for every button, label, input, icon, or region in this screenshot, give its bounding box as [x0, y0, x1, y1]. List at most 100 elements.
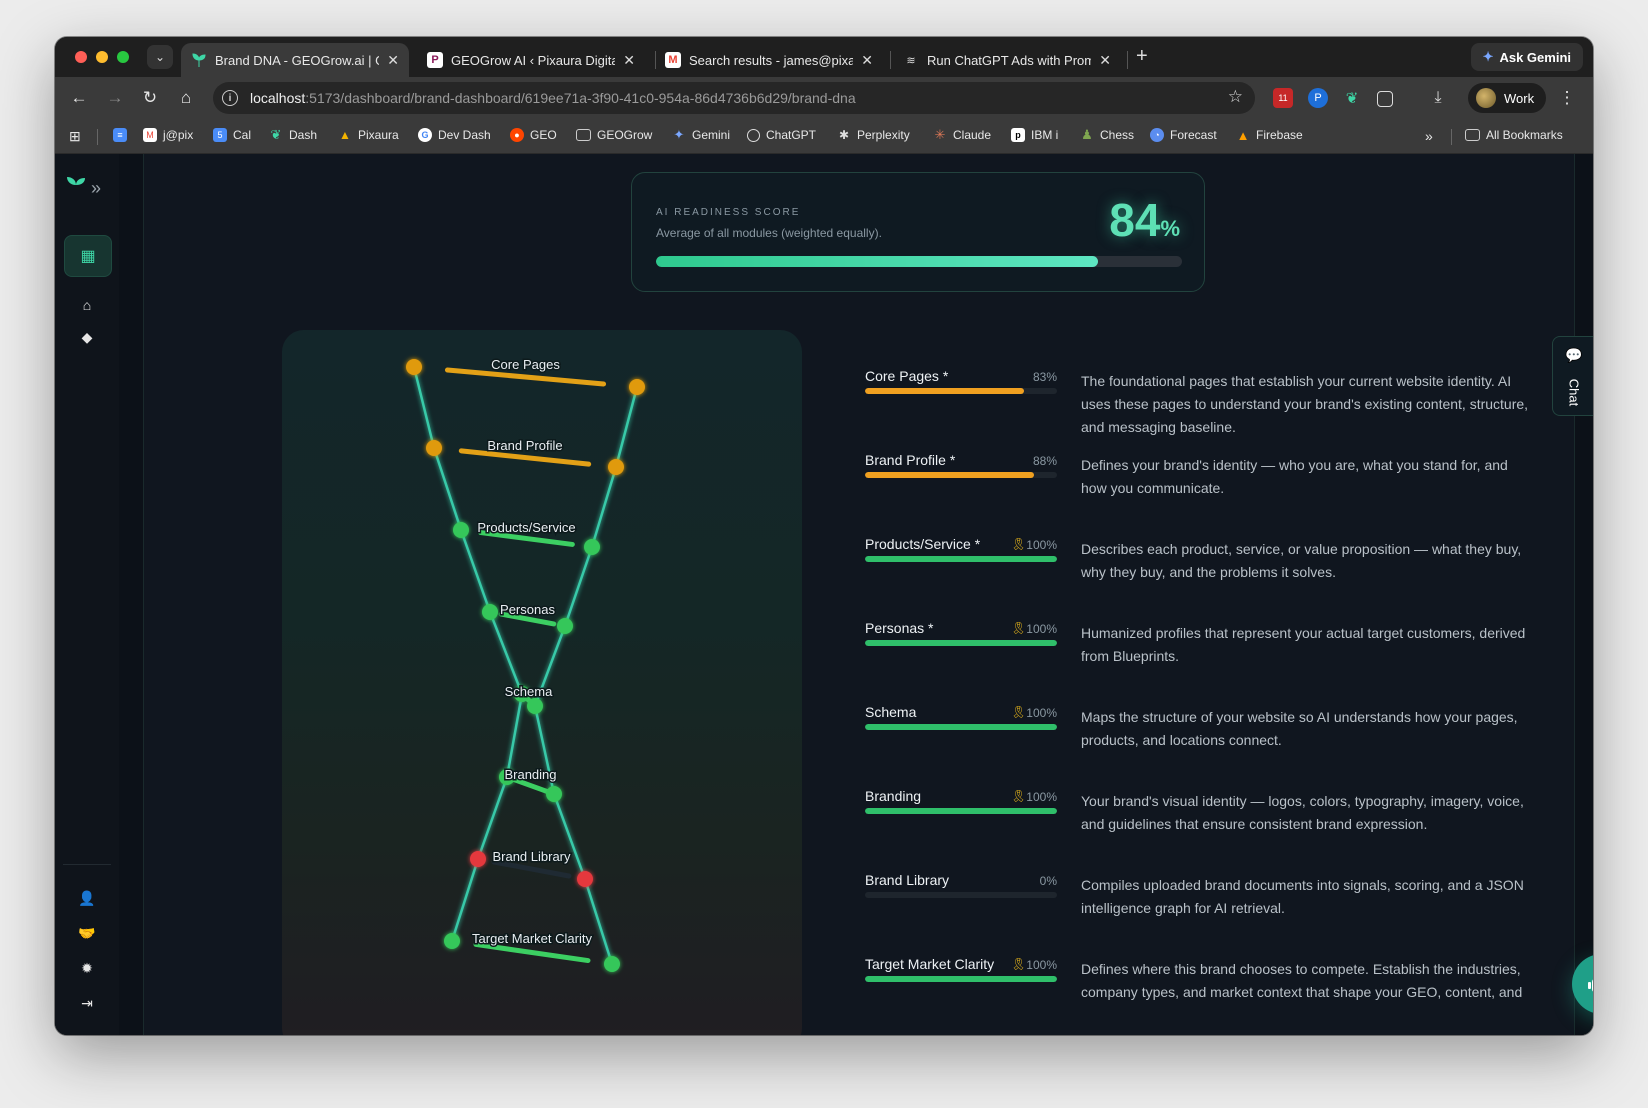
bookmark-geogrow[interactable]: GEOGrow	[576, 128, 652, 142]
url-text[interactable]: localhost:5173/dashboard/brand-dashboard…	[250, 90, 856, 106]
module-percent: 100%	[1026, 706, 1057, 720]
helix-node[interactable]	[406, 359, 422, 375]
bookmark-chatgpt[interactable]: ChatGPT	[747, 128, 816, 142]
helix-node[interactable]	[426, 440, 442, 456]
browser-menu-icon[interactable]: ⋮	[1556, 87, 1578, 109]
close-window-button[interactable]	[75, 51, 87, 63]
bookmark-chess[interactable]: ♟ Chess	[1080, 127, 1134, 142]
close-tab-icon[interactable]: ✕	[387, 52, 399, 69]
bookmark-jpix[interactable]: Mj@pix	[143, 128, 193, 142]
helix-node[interactable]	[604, 956, 620, 972]
google-icon: G	[418, 128, 432, 142]
tab-pixaura[interactable]: P GEOGrow AI ‹ Pixaura Digital — WordPre…	[417, 43, 645, 77]
helix-node[interactable]	[557, 618, 573, 634]
pp-extension-icon[interactable]: P	[1308, 88, 1328, 108]
more-bookmarks-icon[interactable]: »	[1425, 128, 1433, 144]
ai-assistant-button[interactable]	[1572, 954, 1593, 1014]
reload-icon[interactable]: ↻	[139, 87, 161, 109]
helix-node[interactable]	[584, 539, 600, 555]
apps-grid-icon[interactable]: ⊞	[69, 128, 81, 145]
helix-node[interactable]	[577, 871, 593, 887]
helix-node[interactable]	[629, 379, 645, 395]
new-tab-button[interactable]: +	[1136, 45, 1148, 68]
extensions-puzzle-icon[interactable]	[1377, 91, 1393, 107]
folder-icon	[1465, 129, 1480, 141]
module-percent: 100%	[1026, 790, 1057, 804]
bookmark-geo[interactable]: ● GEO	[510, 128, 557, 142]
module-description: Maps the structure of your website so AI…	[1081, 709, 1518, 748]
helix-node[interactable]	[470, 851, 486, 867]
helix-rung	[491, 859, 572, 879]
bookmark-gemini[interactable]: ✦ Gemini	[672, 127, 730, 142]
module-percent: 100%	[1026, 538, 1057, 552]
calendar-extension-icon[interactable]: 11	[1273, 88, 1293, 108]
site-info-icon[interactable]: i	[222, 90, 238, 106]
all-bookmarks-folder[interactable]: All Bookmarks	[1465, 128, 1563, 142]
module-name: Branding	[865, 788, 922, 804]
module-row[interactable]: Brand Library 0% Compiles uploaded brand d…	[865, 872, 1565, 942]
module-row[interactable]: Schema 🎗 100% Maps the structure of your we…	[865, 704, 1565, 774]
helix-node[interactable]	[608, 459, 624, 475]
app-content: » ▦ ⌂ ◆ 👤 🤝 ✹ ⇥ AI READINESS SCORE Avera…	[55, 154, 1593, 1035]
module-progress-bar	[865, 976, 1057, 982]
address-bar[interactable]: i localhost:5173/dashboard/brand-dashboa…	[213, 82, 1255, 114]
module-name: Products/Service *	[865, 536, 981, 552]
helix-node[interactable]	[527, 698, 543, 714]
bookmark-dash[interactable]: ❦ Dash	[269, 127, 317, 142]
close-tab-icon[interactable]: ✕	[1099, 52, 1111, 69]
tab-search-button[interactable]: ⌄	[147, 45, 173, 69]
helix-node[interactable]	[453, 522, 469, 538]
module-row[interactable]: Core Pages * 83% The foundational pages th…	[865, 368, 1565, 438]
reddit-icon: ●	[510, 128, 524, 142]
logout-icon[interactable]: ⇥	[75, 992, 99, 1014]
module-row[interactable]: Personas * 🎗 100% Humanized profiles that r…	[865, 620, 1565, 690]
bookmark-pixaura[interactable]: ▲ Pixaura	[338, 128, 399, 142]
module-row[interactable]: Brand Profile * 88% Defines your brand's i…	[865, 452, 1565, 522]
home-icon[interactable]: ⌂	[75, 294, 99, 316]
sprout-extension-icon[interactable]: ❦	[1342, 88, 1362, 108]
helix-node[interactable]	[482, 604, 498, 620]
bookmark-forecast[interactable]: ◔ Forecast	[1150, 128, 1217, 142]
tab-chatgpt-ads[interactable]: ≋ Run ChatGPT Ads with Prompt ✕	[893, 43, 1121, 77]
tag-icon[interactable]: ◆	[75, 326, 99, 348]
sprout-logo-icon[interactable]	[65, 174, 87, 202]
back-icon[interactable]: ←	[68, 87, 90, 109]
chat-tab-label: Chat	[1566, 378, 1582, 407]
bookmark-dev-dash[interactable]: G Dev Dash	[418, 128, 491, 142]
tab-gmail[interactable]: M Search results - james@pixaura.com ✕	[655, 43, 883, 77]
maximize-window-button[interactable]	[117, 51, 129, 63]
home-icon[interactable]: ⌂	[175, 87, 197, 109]
handshake-icon[interactable]: 🤝	[75, 922, 99, 944]
helix-node[interactable]	[444, 933, 460, 949]
bookmark-firebase[interactable]: ▲ Firebase	[1236, 128, 1303, 143]
bookmark-docs[interactable]: ≡	[113, 128, 127, 142]
bookmark-ibm[interactable]: p IBM i	[1011, 128, 1058, 142]
bug-icon[interactable]: ✹	[75, 957, 99, 979]
module-percent: 100%	[1026, 622, 1057, 636]
brand-dna-nav-button[interactable]: ▦	[64, 235, 112, 277]
minimize-window-button[interactable]	[96, 51, 108, 63]
profile-button[interactable]: Work	[1468, 83, 1547, 113]
module-row[interactable]: Target Market Clarity 🎗 100% Defines where …	[865, 956, 1565, 1026]
bookmark-star-icon[interactable]: ☆	[1228, 87, 1243, 107]
close-tab-icon[interactable]: ✕	[861, 52, 873, 69]
forward-icon[interactable]: →	[104, 87, 126, 109]
bookmark-cal[interactable]: 5 Cal	[213, 128, 251, 142]
module-row[interactable]: Branding 🎗 100% Your brand's visual identit…	[865, 788, 1565, 858]
helix-node[interactable]	[546, 786, 562, 802]
close-tab-icon[interactable]: ✕	[623, 52, 635, 69]
chat-tab-button[interactable]: 💬 Chat	[1552, 336, 1593, 416]
module-progress-bar	[865, 808, 1057, 814]
user-settings-icon[interactable]: 👤	[75, 887, 99, 909]
module-name: Brand Profile *	[865, 452, 956, 468]
module-progress-fill	[865, 976, 1057, 982]
expand-sidebar-icon[interactable]: »	[91, 178, 101, 199]
tab-title: Run ChatGPT Ads with Prompt	[927, 52, 1092, 68]
module-row[interactable]: Products/Service * 🎗 100% Describes each pr…	[865, 536, 1565, 606]
sprout-icon: ❦	[270, 127, 282, 142]
ask-gemini-button[interactable]: ✦ Ask Gemini	[1470, 43, 1583, 71]
tab-brand-dna[interactable]: Brand DNA - GEOGrow.ai | GEOGrow ✕	[181, 43, 409, 77]
bookmark-claude[interactable]: ✳ Claude	[933, 127, 991, 142]
bookmark-perplexity[interactable]: ✱ Perplexity	[837, 128, 910, 142]
download-icon[interactable]: ⤓	[1428, 88, 1448, 108]
